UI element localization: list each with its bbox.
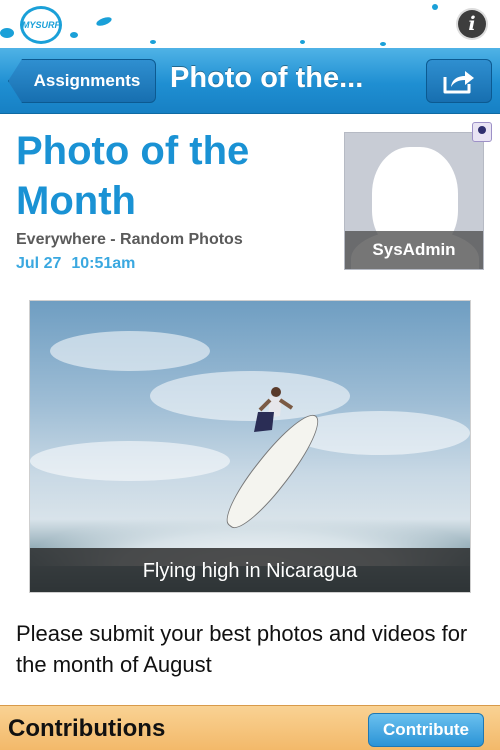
info-icon[interactable]: i: [458, 10, 486, 38]
surfer-figure: [254, 387, 294, 432]
assignment-location: Everywhere - Random Photos: [16, 231, 243, 248]
page-title: Photo of the Month: [16, 129, 250, 223]
share-button[interactable]: [426, 59, 492, 103]
author-name: SysAdmin: [345, 231, 483, 269]
cloud-shape: [30, 441, 230, 481]
app-logo: MYSURF: [20, 6, 62, 44]
assignment-description: Please submit your best photos and video…: [16, 621, 468, 677]
splash-decoration: [95, 15, 113, 28]
splash-decoration: [380, 42, 386, 46]
assignment-date: Jul 27 10:51am: [16, 255, 135, 273]
photo-caption: Flying high in Nicaragua: [30, 548, 470, 592]
user-badge-icon: [472, 122, 492, 142]
contribute-button[interactable]: Contribute: [368, 713, 484, 747]
contributions-header: Contributions Contribute: [0, 705, 500, 750]
featured-photo[interactable]: Flying high in Nicaragua: [29, 300, 471, 593]
author-avatar[interactable]: SysAdmin: [344, 132, 484, 270]
cloud-shape: [50, 331, 210, 371]
nav-title: Photo of the...: [170, 62, 364, 94]
splash-decoration: [432, 4, 438, 10]
date-text: Jul 27: [16, 255, 62, 272]
time-text: 10:51am: [71, 255, 136, 272]
share-icon: [443, 71, 474, 94]
contributions-title: Contributions: [8, 715, 166, 742]
top-banner: MYSURF i: [0, 0, 500, 48]
splash-decoration: [300, 40, 305, 44]
splash-decoration: [150, 40, 156, 44]
splash-decoration: [0, 28, 14, 38]
navigation-bar: Assignments Photo of the...: [0, 48, 500, 114]
back-button[interactable]: Assignments: [8, 59, 156, 103]
splash-decoration: [70, 32, 78, 38]
